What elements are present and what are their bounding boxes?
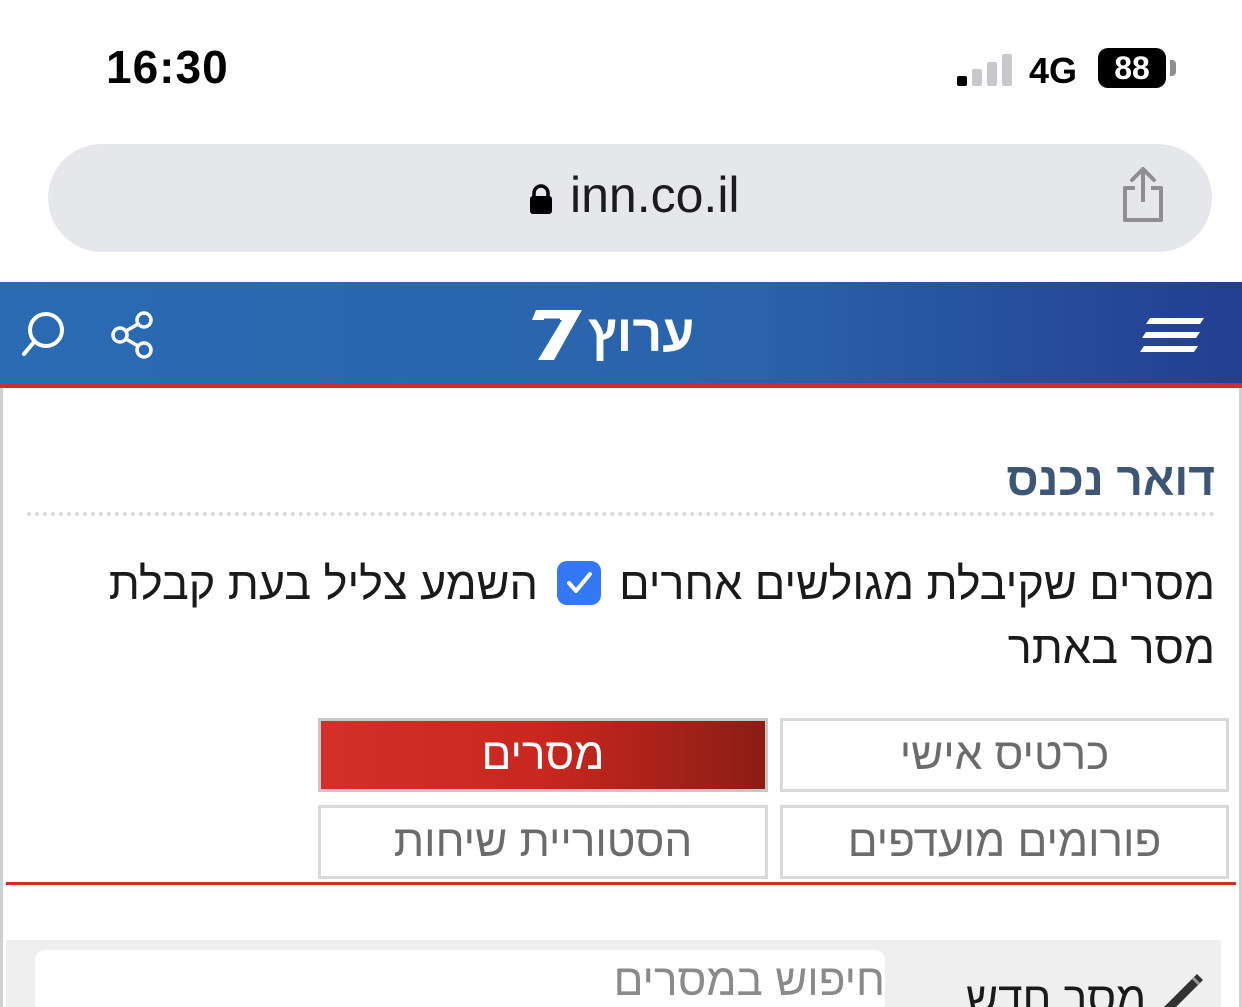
address-bar[interactable]: inn.co.il — [48, 144, 1212, 252]
logo-7-icon — [532, 310, 582, 360]
checkmark-icon — [566, 572, 592, 594]
site-header: ערוץ — [0, 282, 1242, 383]
status-bar: 16:30 4G 88 — [0, 0, 1242, 130]
sound-checkbox[interactable] — [556, 561, 601, 606]
social-share-icon[interactable] — [110, 310, 156, 360]
tab-messages[interactable]: מסרים — [318, 718, 768, 792]
network-type: 4G — [1029, 50, 1078, 91]
search-icon[interactable] — [20, 310, 66, 358]
site-logo[interactable]: ערוץ — [530, 305, 720, 366]
tab-chat-history[interactable]: הסטוריית שיחות — [318, 805, 768, 879]
status-time: 16:30 — [106, 41, 229, 93]
inbox-notice: מסרים שקיבלת מגולשים אחרים השמע צליל בעת… — [23, 552, 1215, 680]
lock-icon — [530, 184, 552, 214]
title-divider — [27, 512, 1215, 516]
signal-icon — [957, 52, 1013, 86]
search-placeholder: חיפוש במסרים — [613, 956, 885, 1005]
url-text[interactable]: inn.co.il — [570, 166, 740, 224]
tabs-divider — [6, 882, 1236, 885]
new-message-label: מסר חדש — [966, 974, 1147, 1007]
share-icon[interactable] — [1120, 166, 1166, 224]
notice-description: מסרים שקיבלת מגולשים אחרים — [619, 558, 1215, 609]
hamburger-menu-icon[interactable] — [1140, 314, 1206, 356]
tab-profile[interactable]: כרטיס אישי — [780, 718, 1229, 792]
battery-cap — [1170, 60, 1176, 76]
messages-panel: דואר נכנס מסרים שקיבלת מגולשים אחרים השמ… — [0, 388, 1242, 1007]
pen-icon — [1164, 974, 1203, 1007]
search-messages-input[interactable]: חיפוש במסרים — [35, 950, 885, 1007]
battery-icon: 88 — [1098, 48, 1166, 88]
page-title: דואר נכנס — [1006, 453, 1215, 505]
logo-text: ערוץ — [588, 305, 695, 363]
tab-favorite-forums[interactable]: פורומים מועדפים — [780, 805, 1229, 879]
new-message-button[interactable]: מסר חדש — [948, 966, 1208, 1007]
